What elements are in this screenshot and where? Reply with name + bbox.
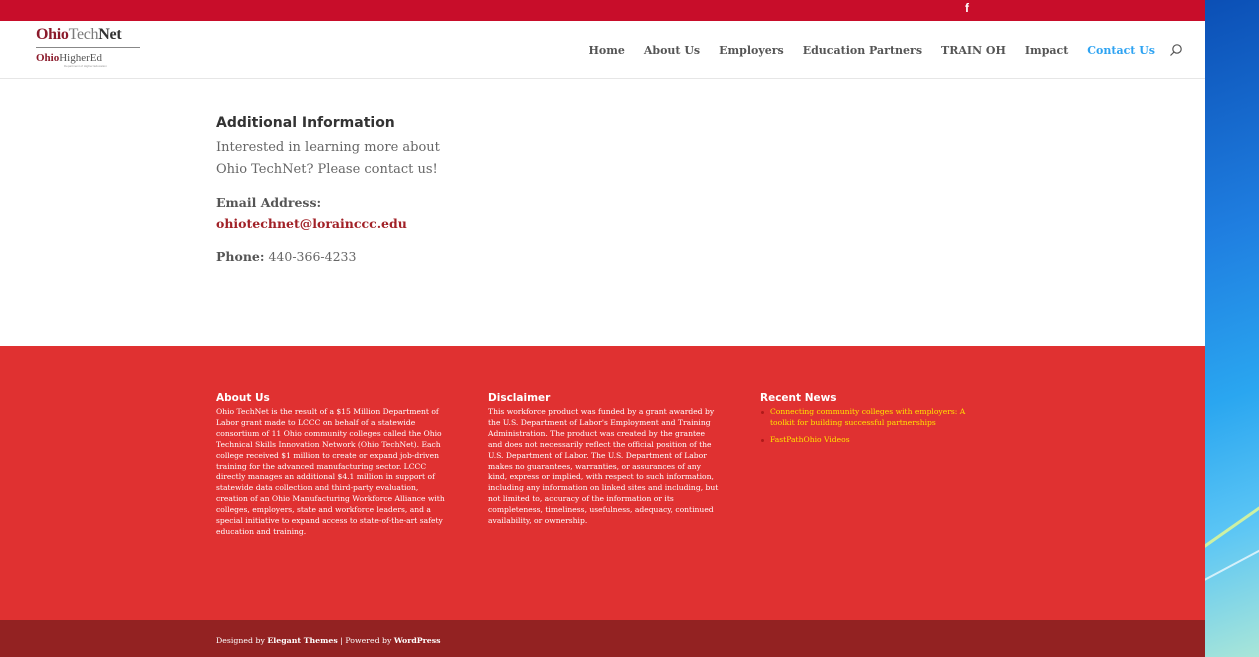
desktop-streak bbox=[1205, 494, 1259, 549]
browser-page: f OhioTechNet OhioHigherEd Department of… bbox=[0, 0, 1205, 657]
footer-recent-news: Recent News Connecting community college… bbox=[760, 392, 992, 452]
desktop-background bbox=[1205, 0, 1259, 657]
news-item[interactable]: Connecting community colleges with emplo… bbox=[760, 407, 992, 429]
footer-about: About Us Ohio TechNet is the result of a… bbox=[216, 392, 448, 538]
main-nav: Home About Us Employers Education Partne… bbox=[588, 44, 1182, 57]
main-content: Additional Information Interested in lea… bbox=[0, 79, 1205, 346]
nav-contact-us[interactable]: Contact Us bbox=[1087, 44, 1155, 57]
news-list: Connecting community colleges with emplo… bbox=[760, 407, 992, 446]
top-bar: f bbox=[0, 0, 1205, 21]
nav-education-partners[interactable]: Education Partners bbox=[803, 44, 922, 57]
search-icon[interactable] bbox=[1169, 43, 1183, 57]
footer-news-heading: Recent News bbox=[760, 392, 837, 404]
wordpress-link[interactable]: WordPress bbox=[394, 636, 441, 645]
facebook-icon[interactable]: f bbox=[965, 1, 969, 15]
contact-heading: Additional Information bbox=[216, 115, 395, 131]
logo-divider bbox=[36, 47, 140, 48]
phone-line: Phone: 440-366-4233 bbox=[216, 249, 456, 264]
contact-intro: Interested in learning more about Ohio T… bbox=[216, 140, 440, 177]
footer-disclaimer-heading: Disclaimer bbox=[488, 392, 551, 404]
logo-tagline: Department of Higher Education bbox=[64, 64, 107, 68]
elegant-themes-link[interactable]: Elegant Themes bbox=[267, 636, 337, 645]
logo-ohiohighered: OhioHigherEd bbox=[36, 52, 102, 64]
news-item[interactable]: FastPathOhio Videos bbox=[760, 435, 992, 446]
email-link[interactable]: ohiotechnet@lorainccc.edu bbox=[216, 216, 456, 231]
footer-disclaimer-text: This workforce product was funded by a g… bbox=[488, 407, 719, 526]
footer-disclaimer: Disclaimer This workforce product was fu… bbox=[488, 392, 720, 527]
phone-label: Phone: bbox=[216, 249, 265, 264]
site-header: OhioTechNet OhioHigherEd Department of H… bbox=[0, 21, 1205, 79]
footer-about-text: Ohio TechNet is the result of a $15 Mill… bbox=[216, 407, 445, 536]
nav-employers[interactable]: Employers bbox=[719, 44, 784, 57]
nav-train-oh[interactable]: TRAIN OH bbox=[941, 44, 1006, 57]
site-footer: About Us Ohio TechNet is the result of a… bbox=[0, 346, 1205, 620]
logo-ohiotechnet: OhioTechNet bbox=[36, 26, 122, 43]
nav-impact[interactable]: Impact bbox=[1025, 44, 1068, 57]
nav-home[interactable]: Home bbox=[588, 44, 624, 57]
footer-about-heading: About Us bbox=[216, 392, 270, 404]
footer-bottom-bar: Designed by Elegant Themes | Powered by … bbox=[0, 620, 1205, 657]
nav-about-us[interactable]: About Us bbox=[644, 44, 700, 57]
desktop-streak bbox=[1205, 538, 1259, 584]
contact-info: Additional Information Interested in lea… bbox=[216, 115, 456, 264]
phone-number: 440-366-4233 bbox=[268, 249, 357, 264]
site-logo[interactable]: OhioTechNet OhioHigherEd Department of H… bbox=[36, 26, 146, 68]
email-label: Email Address: bbox=[216, 195, 322, 210]
footer-credit: Designed by Elegant Themes | Powered by … bbox=[216, 636, 441, 645]
